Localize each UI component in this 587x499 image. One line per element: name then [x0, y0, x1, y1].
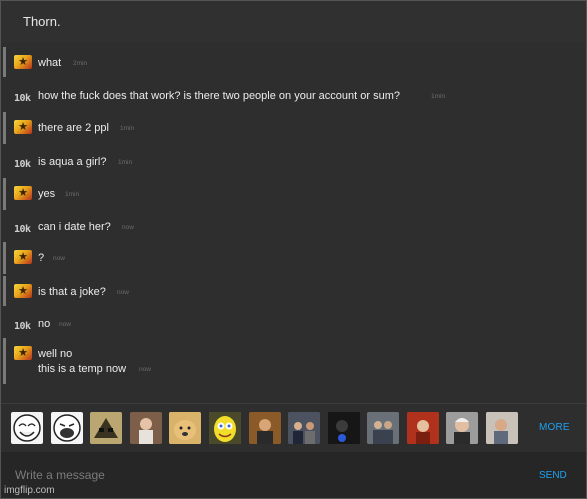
message-row: ★ ? now: [1, 242, 586, 274]
message-row: ★ is that a joke? now: [1, 276, 586, 306]
message-body: is aqua a girl?: [38, 155, 107, 170]
star-badge-icon: ★: [14, 120, 32, 134]
star-badge-icon: ★: [14, 346, 32, 360]
message-list[interactable]: ★ what 2min 10k how the fuck does that w…: [1, 44, 586, 386]
message-body: ?: [38, 251, 44, 266]
message-time: now: [53, 255, 65, 262]
emoji-bar: MORE: [1, 404, 586, 452]
10k-avatar-icon: 10k: [14, 224, 31, 235]
message-time: 1min: [118, 159, 133, 166]
user-avatar[interactable]: 10k: [14, 316, 32, 332]
message-text: no: [38, 318, 51, 330]
user-avatar[interactable]: 10k: [14, 88, 32, 104]
user-avatar[interactable]: 10k: [14, 154, 32, 170]
group-photo-emoji-icon[interactable]: [367, 412, 399, 444]
man-photo-emoji-icon[interactable]: [249, 412, 281, 444]
message-time: now: [122, 224, 134, 231]
woman-photo-emoji-icon[interactable]: [130, 412, 162, 444]
doge-emoji-icon[interactable]: [169, 412, 201, 444]
message-body: is that a joke?: [38, 285, 106, 300]
watermark: imgflip.com: [4, 485, 55, 496]
chat-header: Thorn.: [1, 1, 586, 43]
spongebob-emoji-icon[interactable]: [209, 412, 241, 444]
message-time: now: [117, 289, 129, 296]
message-row: ★ there are 2 ppl 1min: [1, 112, 586, 144]
message-text: can i date her?: [38, 221, 111, 233]
message-row: 10k can i date her? now: [1, 211, 586, 241]
star-badge-icon: ★: [14, 250, 32, 264]
old-man-emoji-icon[interactable]: [446, 412, 478, 444]
message-text: what: [38, 57, 62, 69]
message-row: ★ yes 1min: [1, 178, 586, 210]
message-time: 2min: [73, 60, 88, 67]
more-emoji-button[interactable]: MORE: [539, 422, 570, 433]
message-row: 10k no now: [1, 308, 586, 338]
message-time: 1min: [120, 125, 135, 132]
sunglasses-emoji-icon[interactable]: [90, 412, 122, 444]
10k-avatar-icon: 10k: [14, 93, 31, 104]
person-photo-emoji-icon[interactable]: [486, 412, 518, 444]
message-time: now: [59, 321, 71, 328]
message-time: now: [139, 366, 151, 373]
message-text: well no: [38, 348, 73, 360]
message-body: yes: [38, 187, 55, 202]
troll-face-emoji-icon[interactable]: [11, 412, 43, 444]
user-avatar[interactable]: ★: [14, 55, 32, 69]
send-button[interactable]: SEND: [539, 470, 567, 481]
message-text: is aqua a girl?: [38, 156, 107, 168]
chat-title: Thorn.: [23, 14, 61, 29]
star-badge-icon: ★: [14, 55, 32, 69]
message-row: ★ well no this is a temp now now: [1, 338, 586, 384]
dark-photo-emoji-icon[interactable]: [328, 412, 360, 444]
user-avatar[interactable]: ★: [14, 284, 32, 298]
10k-avatar-icon: 10k: [14, 321, 31, 332]
message-row: 10k is aqua a girl? 1min: [1, 146, 586, 176]
user-avatar[interactable]: ★: [14, 346, 32, 360]
star-badge-icon: ★: [14, 186, 32, 200]
red-photo-emoji-icon[interactable]: [407, 412, 439, 444]
message-body: there are 2 ppl: [38, 121, 109, 136]
message-text: how the fuck does that work? is there tw…: [38, 90, 400, 102]
user-avatar[interactable]: ★: [14, 120, 32, 134]
message-text: yes: [38, 188, 56, 200]
message-text: there are 2 ppl: [38, 122, 109, 134]
message-body: can i date her?: [38, 220, 111, 235]
message-body: well no this is a temp now: [38, 347, 126, 377]
message-time: 1min: [431, 93, 446, 100]
message-body: what: [38, 56, 61, 71]
message-row: ★ what 2min: [1, 47, 586, 77]
crowd-photo-emoji-icon[interactable]: [288, 412, 320, 444]
user-avatar[interactable]: ★: [14, 186, 32, 200]
message-text: ?: [38, 252, 45, 264]
user-avatar[interactable]: 10k: [14, 219, 32, 235]
message-body: how the fuck does that work? is there tw…: [38, 89, 400, 104]
message-time: 1min: [65, 191, 80, 198]
message-text: this is a temp now: [38, 363, 127, 375]
message-text: is that a joke?: [38, 286, 106, 298]
compose-bar: SEND: [1, 452, 586, 498]
star-badge-icon: ★: [14, 284, 32, 298]
chat-window: Thorn. ★ what 2min 10k how the fuck does…: [0, 0, 587, 499]
user-avatar[interactable]: ★: [14, 250, 32, 264]
message-input[interactable]: [1, 452, 521, 498]
message-body: no: [38, 317, 50, 332]
lol-face-emoji-icon[interactable]: [51, 412, 83, 444]
10k-avatar-icon: 10k: [14, 159, 31, 170]
message-row: 10k how the fuck does that work? is ther…: [1, 80, 586, 110]
